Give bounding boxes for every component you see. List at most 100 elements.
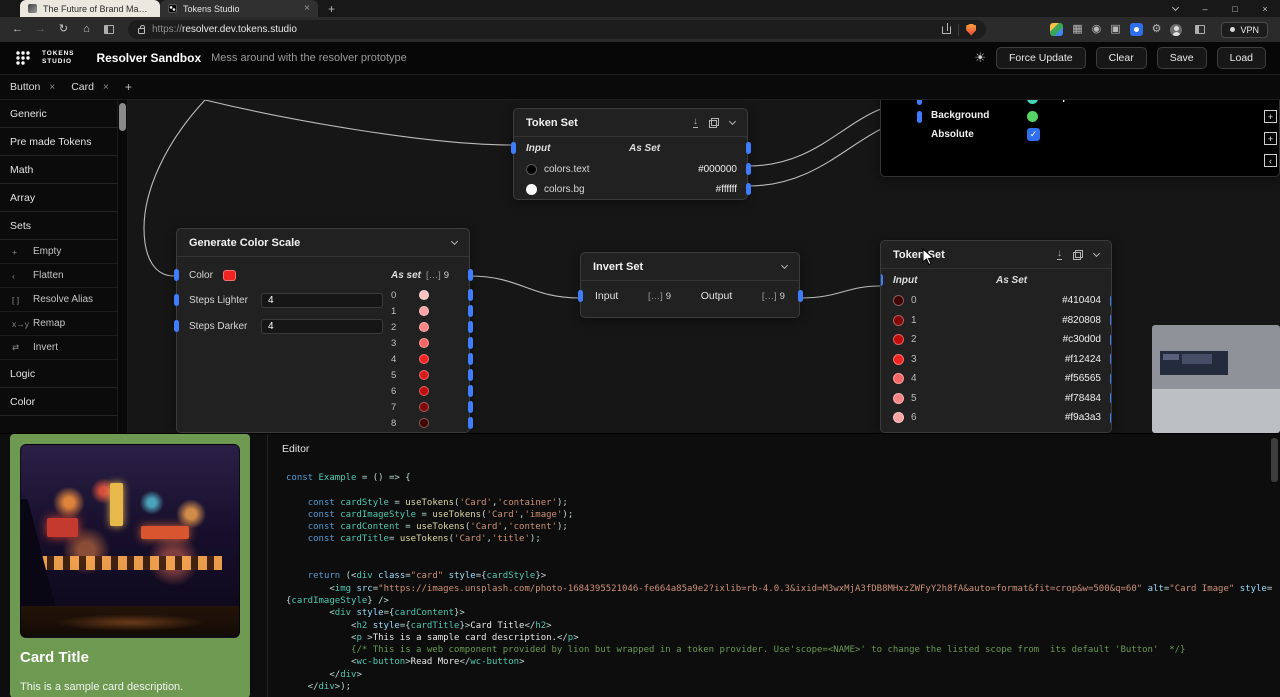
split-screen-icon[interactable] [1195,25,1206,34]
token-row[interactable]: 4 #f56565 [881,369,1111,389]
background-swatch[interactable] [1027,111,1038,122]
adblock-shield-icon[interactable] [966,23,977,36]
scale-step[interactable]: 3 [391,335,473,351]
home-button[interactable]: ⌂ [77,24,96,35]
sidebar-section-premade-tokens[interactable]: Pre made Tokens [0,128,117,156]
output-port[interactable] [745,163,751,175]
add-icon[interactable]: + [1264,132,1277,145]
extension-icon[interactable]: ◉ [1092,24,1102,35]
token-set-node[interactable]: Token Set ↓ Input As Set colors.text #00… [510,108,751,200]
add-tab-button[interactable]: + [125,80,132,94]
force-update-button[interactable]: Force Update [995,47,1086,69]
apps-grid-icon[interactable]: ▦ [1072,24,1082,35]
node-canvas[interactable]: Text Output 9.135 Background Absolute ✓ … [128,100,1280,433]
input-port[interactable] [917,111,922,123]
output-port[interactable] [1109,372,1111,385]
sidebar-toggle-icon[interactable] [104,25,114,34]
token-set-node-result[interactable]: Token Set ↓ Input As Set 0 #410404 1 #8208… [880,240,1112,433]
output-port[interactable] [467,401,473,413]
save-button[interactable]: Save [1156,47,1207,69]
token-row[interactable]: 3 #f12424 [881,350,1111,370]
sidebar-item-remap[interactable]: x→y Remap [0,312,117,336]
input-port[interactable] [510,142,516,154]
code-editor[interactable]: Editor const Example = () => { const car… [267,434,1280,697]
sidebar-section-array[interactable]: Array [0,184,117,212]
address-bar[interactable]: https://resolver.dev.tokens.studio [128,20,987,39]
output-port[interactable] [1109,353,1111,366]
share-icon[interactable] [942,22,952,34]
copy-icon[interactable] [1073,249,1083,260]
sidebar-section-sets[interactable]: Sets [0,212,117,240]
browser-tab-2[interactable]: Tokens Studio × [160,0,318,17]
generate-color-scale-node[interactable]: Generate Color Scale Color Steps Lighter… [173,228,473,433]
download-icon[interactable]: ↓ [1057,248,1062,260]
forward-button[interactable]: → [31,24,50,35]
steps-lighter-input[interactable]: 4 [261,292,383,308]
output-port[interactable] [797,290,803,302]
scale-step[interactable]: 1 [391,303,473,319]
vpn-badge[interactable]: VPN [1221,21,1268,38]
tab-button[interactable]: Button × [10,81,55,93]
token-row[interactable]: 1 #820808 [881,311,1111,331]
output-port[interactable] [1109,392,1111,405]
output-port[interactable] [467,353,473,365]
sidebar-item-resolve-alias[interactable]: [ ] Resolve Alias [0,288,117,312]
theme-toggle-icon[interactable]: ☀ [974,50,986,66]
output-port[interactable] [745,183,751,195]
output-port[interactable] [467,269,473,281]
scale-step[interactable]: 4 [391,351,473,367]
tab-close-icon[interactable]: × [304,3,310,14]
output-port[interactable] [467,369,473,381]
invert-set-node[interactable]: Invert Set Input […] 9 Output […] 9 [577,252,803,318]
token-row[interactable]: colors.bg #ffffff [514,179,751,199]
token-row[interactable]: colors.text #000000 [514,159,751,179]
color-swatch[interactable] [222,269,236,281]
input-port[interactable] [173,269,179,281]
input-port[interactable] [917,100,922,105]
close-tab-icon[interactable]: × [49,82,55,93]
titlebar-chevron-icon[interactable] [1160,0,1190,17]
output-port[interactable] [1109,333,1111,346]
download-icon[interactable]: ↓ [693,116,698,128]
scale-step[interactable]: 6 [391,383,473,399]
output-port[interactable] [1109,314,1111,327]
sidebar-section-generic[interactable]: Generic [0,100,117,128]
sidebar-section-math[interactable]: Math [0,156,117,184]
steps-darker-input[interactable]: 4 [261,318,383,334]
close-tab-icon[interactable]: × [103,82,109,93]
scale-step[interactable]: 5 [391,367,473,383]
minimize-button[interactable]: – [1190,0,1220,17]
chevron-down-icon[interactable] [780,261,789,269]
scale-step[interactable]: 2 [391,319,473,335]
screenshot-icon[interactable]: ▣ [1110,24,1120,35]
output-port[interactable] [467,321,473,333]
extension-icon[interactable] [1129,23,1143,36]
output-port[interactable] [467,417,473,429]
input-port[interactable] [173,320,179,332]
input-port[interactable] [577,290,583,302]
tab-card[interactable]: Card × [71,81,109,93]
tokens-studio-logo[interactable] [14,49,32,67]
maximize-button[interactable]: □ [1220,0,1250,17]
sidebar-item-empty[interactable]: + Empty [0,240,117,264]
output-port[interactable] [467,337,473,349]
sidebar-section-color[interactable]: Color [0,388,117,416]
output-port[interactable] [467,289,473,301]
collapse-icon[interactable]: ‹ [1264,154,1277,167]
scale-step[interactable]: 7 [391,399,473,415]
token-row[interactable]: 5 #f78484 [881,389,1111,409]
output-port[interactable] [467,305,473,317]
scale-step[interactable]: 0 [391,287,473,303]
code-content[interactable]: const Example = () => { const cardStyle … [286,472,1272,697]
new-tab-button[interactable]: + [328,3,335,15]
sidebar-item-flatten[interactable]: ‹ Flatten [0,264,117,288]
contrast-node[interactable]: Text Output 9.135 Background Absolute ✓ [880,100,1280,177]
output-port[interactable] [467,385,473,397]
output-port[interactable] [1109,411,1111,424]
scrollbar-thumb[interactable] [119,103,126,131]
absolute-checkbox[interactable]: ✓ [1027,128,1040,141]
close-button[interactable]: × [1250,0,1280,17]
chevron-down-icon[interactable] [450,237,459,245]
scale-step[interactable]: 8 [391,415,473,431]
sidebar-section-logic[interactable]: Logic [0,360,117,388]
